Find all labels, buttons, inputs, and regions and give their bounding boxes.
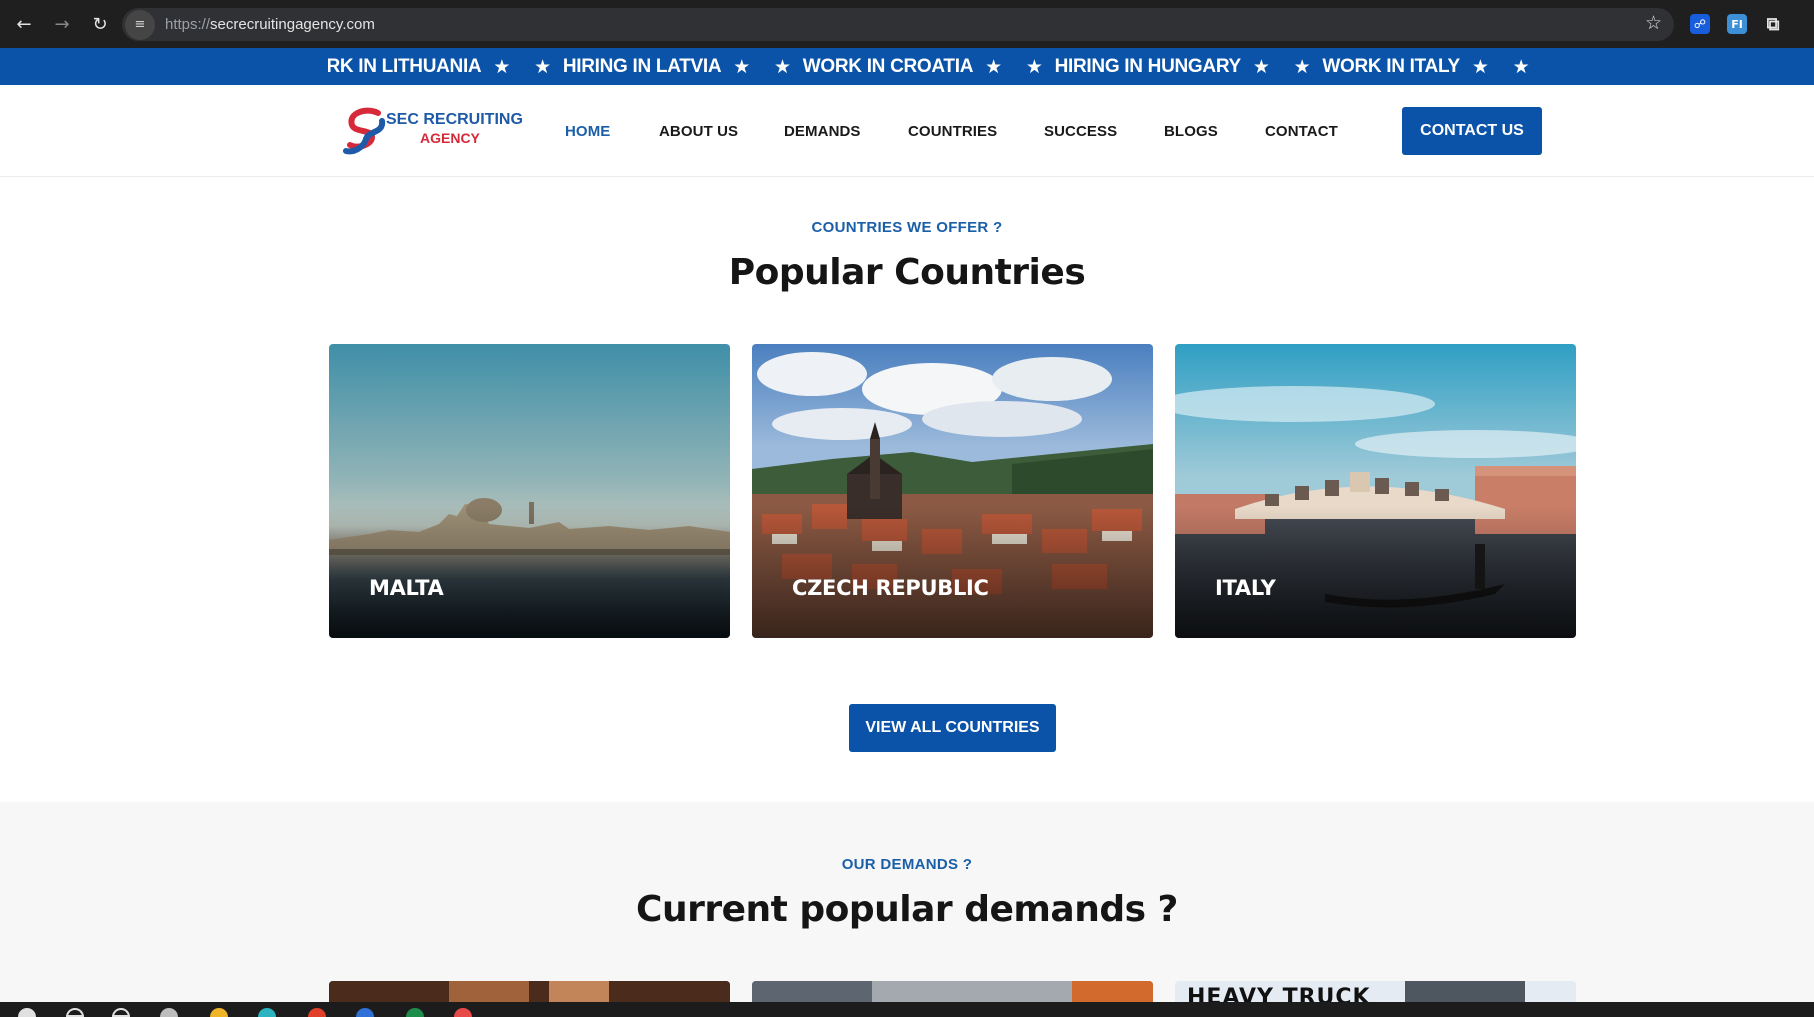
forward-button[interactable]: → [44,6,80,42]
app-icon[interactable] [356,1008,374,1017]
card-label: MALTA [369,576,444,600]
country-card-malta[interactable]: MALTA [329,344,730,638]
star-icon: ★ [1025,55,1043,78]
announcement-ticker: ORK IN LITHUANIA ★ ★ HIRING IN LATVIA ★ ★ WO… [0,48,1814,85]
bookmark-star-icon[interactable]: ☆ [1645,12,1662,34]
os-taskbar [0,1002,1814,1017]
demands-title: Current popular demands ? [636,889,1178,930]
reload-button[interactable]: ↻ [82,6,118,42]
nav-contact[interactable]: CONTACT [1265,123,1338,140]
app-icon[interactable] [454,1008,472,1017]
logo-text-primary: SEC RECRUITING [386,111,523,128]
countries-eyebrow: COUNTRIES WE OFFER ? [811,219,1003,236]
nav-success[interactable]: SUCCESS [1044,123,1117,140]
extensions-puzzle-icon[interactable]: ⧉ [1763,14,1783,35]
card-label: ITALY [1215,576,1276,600]
edge-icon[interactable] [258,1008,276,1017]
demand-card-label: HEAVY TRUCK [1187,985,1371,1002]
ticker-item: ★ HIRING IN HUNGARY ★ [1025,55,1270,78]
star-icon: ★ [985,55,1002,78]
star-icon: ★ [534,55,551,78]
star-icon: ★ [733,55,751,78]
chrome-icon[interactable] [308,1008,326,1017]
nav-demands[interactable]: DEMANDS [784,123,861,140]
task-view-icon[interactable] [112,1008,130,1017]
back-button[interactable]: ← [6,6,42,42]
demand-card[interactable] [752,981,1153,1002]
bitwarden-extension-icon[interactable]: ☍ [1690,14,1710,34]
contact-us-button[interactable]: CONTACT US [1402,107,1542,155]
ticker-track: ORK IN LITHUANIA ★ ★ HIRING IN LATVIA ★ ★ WO… [328,48,1541,85]
star-icon: ★ [1471,55,1489,78]
ticker-item: ORK IN LITHUANIA ★ [328,55,511,78]
ticker-item: ★ HIRING IN LATVIA ★ [534,55,751,78]
country-card-czech-republic[interactable]: CZECH REPUBLIC [752,344,1153,638]
countries-title: Popular Countries [728,252,1086,293]
demand-image [329,981,730,1002]
site-logo[interactable]: SEC RECRUITING AGENCY [342,107,523,157]
nav-blogs[interactable]: BLOGS [1164,123,1218,140]
star-icon: ★ [493,55,511,78]
site-settings-icon[interactable]: ≡ [125,9,155,40]
demand-card[interactable] [329,981,730,1002]
excel-icon[interactable] [406,1008,424,1017]
star-icon: ★ [774,55,791,78]
address-bar[interactable]: ≡ https://secrecruitingagency.com ☆ [122,8,1674,41]
logo-s-mark-icon [343,107,386,155]
star-icon: ★ [1512,55,1530,78]
nav-about-us[interactable]: ABOUT US [659,123,738,140]
file-explorer-icon[interactable] [210,1008,228,1017]
star-icon: ★ [1293,55,1311,78]
nav-countries[interactable]: COUNTRIES [908,123,997,140]
widgets-icon[interactable] [160,1008,178,1017]
logo-text-secondary: AGENCY [420,130,480,146]
site-header: SEC RECRUITING AGENCY HOME ABOUT US DEMA… [0,85,1814,177]
browser-toolbar: ← → ↻ ≡ https://secrecruitingagency.com … [0,0,1814,48]
url-text[interactable]: https://secrecruitingagency.com [165,16,375,33]
star-icon: ★ [1252,55,1270,78]
ticker-item: ★ [1501,56,1542,78]
nav-home[interactable]: HOME [565,123,610,140]
demand-card[interactable]: HEAVY TRUCK [1175,981,1576,1002]
country-card-italy[interactable]: ITALY [1175,344,1576,638]
ticker-item: ★ WORK IN ITALY ★ [1293,55,1489,78]
view-all-countries-button[interactable]: VIEW ALL COUNTRIES [849,704,1056,752]
search-icon[interactable] [66,1008,84,1017]
windows-start-icon[interactable] [18,1008,36,1017]
ticker-item: ★ WORK IN CROATIA ★ [774,55,1002,78]
demands-eyebrow: OUR DEMANDS ? [841,856,973,873]
fi-extension-icon[interactable]: FI [1727,14,1747,34]
card-label: CZECH REPUBLIC [792,576,989,600]
demand-image [752,981,1153,1002]
